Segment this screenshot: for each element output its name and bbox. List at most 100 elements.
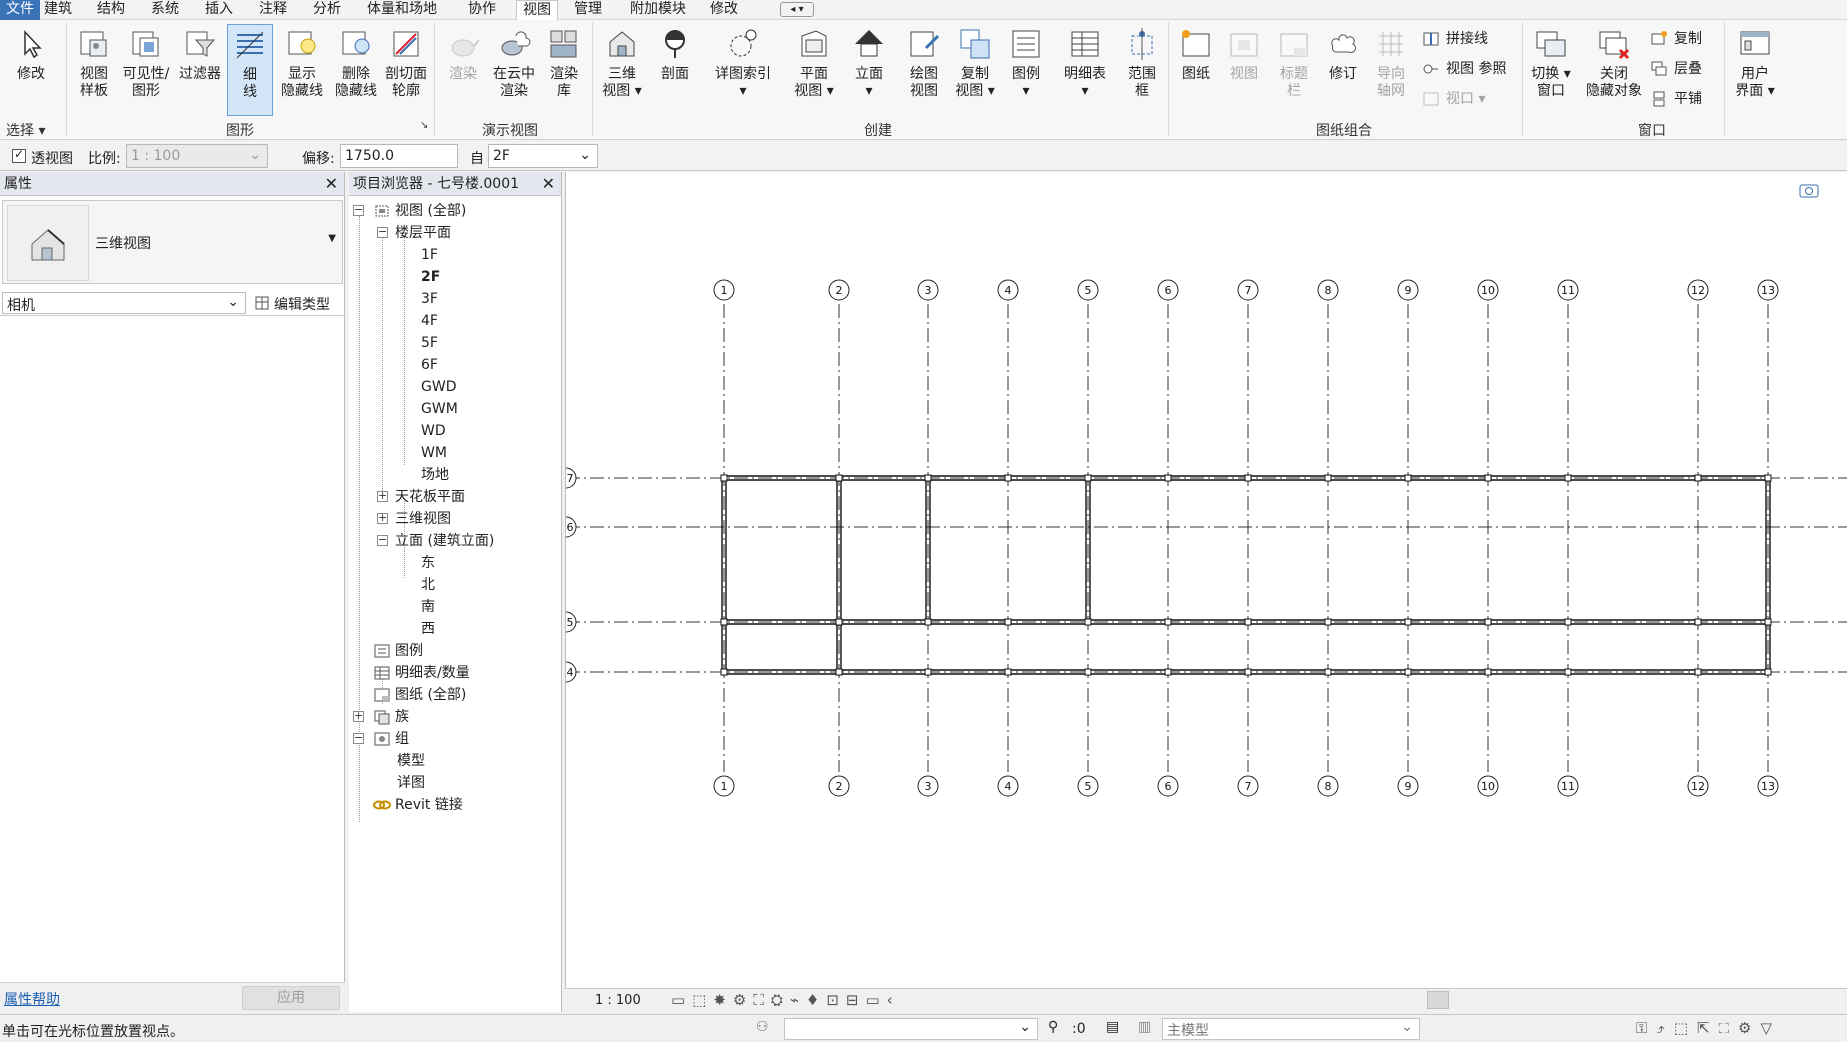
tree-elevation-west[interactable]: 西: [421, 618, 435, 640]
column-node[interactable]: [1404, 618, 1412, 626]
visibility-graphics-button[interactable]: 可见性/图形: [118, 24, 174, 116]
matchline-button[interactable]: 拼接线: [1420, 28, 1488, 50]
tree-plan-3f[interactable]: 3F: [421, 288, 438, 310]
tree-plan-6f[interactable]: 6F: [421, 354, 438, 376]
expand-toggle-icon[interactable]: +: [377, 490, 388, 502]
column-node[interactable]: [1694, 474, 1702, 482]
ribbon-toggle-icon[interactable]: ◂ ▾: [780, 2, 814, 17]
tree-elevation-south[interactable]: 南: [421, 596, 435, 618]
column-node[interactable]: [835, 618, 843, 626]
menu-insert[interactable]: 插入: [199, 0, 239, 20]
show-hidden-lines-button[interactable]: 显示 隐藏线: [276, 24, 328, 116]
column-node[interactable]: [1084, 618, 1092, 626]
schedule-button[interactable]: 明细表 ▾: [1058, 24, 1112, 116]
menu-file[interactable]: 文件: [0, 0, 40, 20]
collapse-toggle-icon[interactable]: −: [377, 226, 388, 238]
tree-plan-gwm[interactable]: GWM: [421, 398, 458, 420]
view-control-icons[interactable]: ▭⬚✸⚙⛶⛭⌁♦⊡⊟▭‹: [671, 991, 900, 1009]
remove-hidden-lines-button[interactable]: 删除 隐藏线: [330, 24, 382, 116]
column-node[interactable]: [1084, 668, 1092, 676]
expand-toggle-icon[interactable]: +: [377, 512, 388, 524]
tree-elevation-east[interactable]: 东: [421, 552, 435, 574]
column-node[interactable]: [1004, 668, 1012, 676]
drawing-canvas[interactable]: 1 1 2 2 3 3 4 4 5 5 6 6 7 7 8 8 9 9 10 10 11 11 12 12 13 13 7 6 5 4: [555, 172, 1847, 992]
camera-icon[interactable]: [1799, 182, 1819, 198]
from-level-select[interactable]: 2F ⌄: [488, 144, 598, 168]
column-node[interactable]: [1564, 618, 1572, 626]
graphics-dialog-launcher-icon[interactable]: ↘: [420, 120, 428, 131]
tree-plan-wd[interactable]: WD: [421, 420, 446, 442]
cut-profile-button[interactable]: 剖切面 轮廓: [382, 24, 430, 116]
menu-systems[interactable]: 系统: [145, 0, 185, 20]
tree-elevation-north[interactable]: 北: [421, 574, 435, 596]
menu-structure[interactable]: 结构: [91, 0, 131, 20]
scope-box-button[interactable]: 范围框: [1122, 24, 1162, 116]
collapse-toggle-icon[interactable]: −: [353, 732, 364, 744]
column-node[interactable]: [1484, 618, 1492, 626]
horizontal-scrollbar-thumb[interactable]: [1427, 991, 1449, 1009]
column-node[interactable]: [1164, 618, 1172, 626]
menu-massing[interactable]: 体量和场地: [361, 0, 443, 20]
column-node[interactable]: [835, 668, 843, 676]
plan-view-button[interactable]: 平面 视图 ▾: [790, 24, 838, 116]
menu-addins[interactable]: 附加模块: [624, 0, 692, 20]
replicate-button[interactable]: 复制: [1648, 28, 1702, 50]
offset-input[interactable]: 1750.0: [340, 144, 458, 168]
column-node[interactable]: [1694, 618, 1702, 626]
column-node[interactable]: [1764, 618, 1772, 626]
column-node[interactable]: [1164, 668, 1172, 676]
tree-plan-gwd[interactable]: GWD: [421, 376, 456, 398]
tree-plan-site[interactable]: 场地: [421, 464, 449, 486]
column-node[interactable]: [1404, 474, 1412, 482]
switch-windows-button[interactable]: 切换 ▾ 窗口: [1528, 24, 1574, 116]
3d-view-button[interactable]: 三维 视图 ▾: [598, 24, 646, 116]
column-node[interactable]: [1564, 668, 1572, 676]
column-node[interactable]: [1244, 474, 1252, 482]
close-hidden-button[interactable]: 关闭 隐藏对象: [1582, 24, 1646, 116]
close-icon[interactable]: ✕: [325, 172, 338, 196]
properties-help-link[interactable]: 属性帮助: [4, 989, 60, 1009]
legend-button[interactable]: 图例 ▾: [1004, 24, 1048, 116]
column-node[interactable]: [1324, 668, 1332, 676]
revisions-button[interactable]: 修订: [1322, 24, 1364, 116]
view-scale[interactable]: 1 : 100: [595, 993, 641, 1008]
view-template-button[interactable]: 视图 样板: [70, 24, 118, 116]
tree-plan-1f[interactable]: 1F: [421, 244, 438, 266]
editable-only-icon[interactable]: ▤: [1106, 1019, 1119, 1035]
workset-select[interactable]: ⌄: [784, 1018, 1038, 1040]
column-node[interactable]: [1244, 668, 1252, 676]
column-node[interactable]: [924, 668, 932, 676]
tree-plan-wm[interactable]: WM: [421, 442, 447, 464]
menu-collaborate[interactable]: 协作: [462, 0, 502, 20]
cascade-button[interactable]: 层叠: [1648, 58, 1702, 80]
type-selector[interactable]: 三维视图 ▼: [2, 200, 343, 284]
collapse-toggle-icon[interactable]: −: [353, 204, 364, 216]
column-node[interactable]: [720, 474, 728, 482]
column-node[interactable]: [1004, 618, 1012, 626]
column-node[interactable]: [1324, 474, 1332, 482]
column-node[interactable]: [1484, 668, 1492, 676]
menu-view[interactable]: 视图: [516, 0, 558, 20]
select-dropdown[interactable]: 选择 ▾: [6, 120, 45, 140]
elevation-button[interactable]: 立面 ▾: [846, 24, 892, 116]
close-icon[interactable]: ✕: [542, 172, 555, 196]
design-option-select[interactable]: 主模型 ⌄: [1162, 1018, 1420, 1040]
menu-analyze[interactable]: 分析: [307, 0, 347, 20]
tree-plan-2f[interactable]: 2F: [421, 266, 440, 288]
expand-toggle-icon[interactable]: +: [353, 710, 364, 722]
callout-button[interactable]: 详图索引 ▾: [706, 24, 780, 116]
collapse-toggle-icon[interactable]: −: [377, 534, 388, 546]
tree-plan-4f[interactable]: 4F: [421, 310, 438, 332]
menu-annotate[interactable]: 注释: [253, 0, 293, 20]
tile-button[interactable]: 平铺: [1648, 88, 1702, 110]
edit-type-button[interactable]: 编辑类型: [252, 294, 330, 314]
sheet-button[interactable]: 图纸: [1174, 24, 1218, 116]
menu-architecture[interactable]: 建筑: [38, 0, 78, 20]
column-node[interactable]: [1004, 474, 1012, 482]
column-node[interactable]: [1564, 474, 1572, 482]
duplicate-view-button[interactable]: 复制 视图 ▾: [950, 24, 1000, 116]
column-node[interactable]: [1244, 618, 1252, 626]
column-node[interactable]: [720, 618, 728, 626]
menu-modify[interactable]: 修改: [704, 0, 744, 20]
workset-icon[interactable]: ⚇: [756, 1019, 769, 1035]
